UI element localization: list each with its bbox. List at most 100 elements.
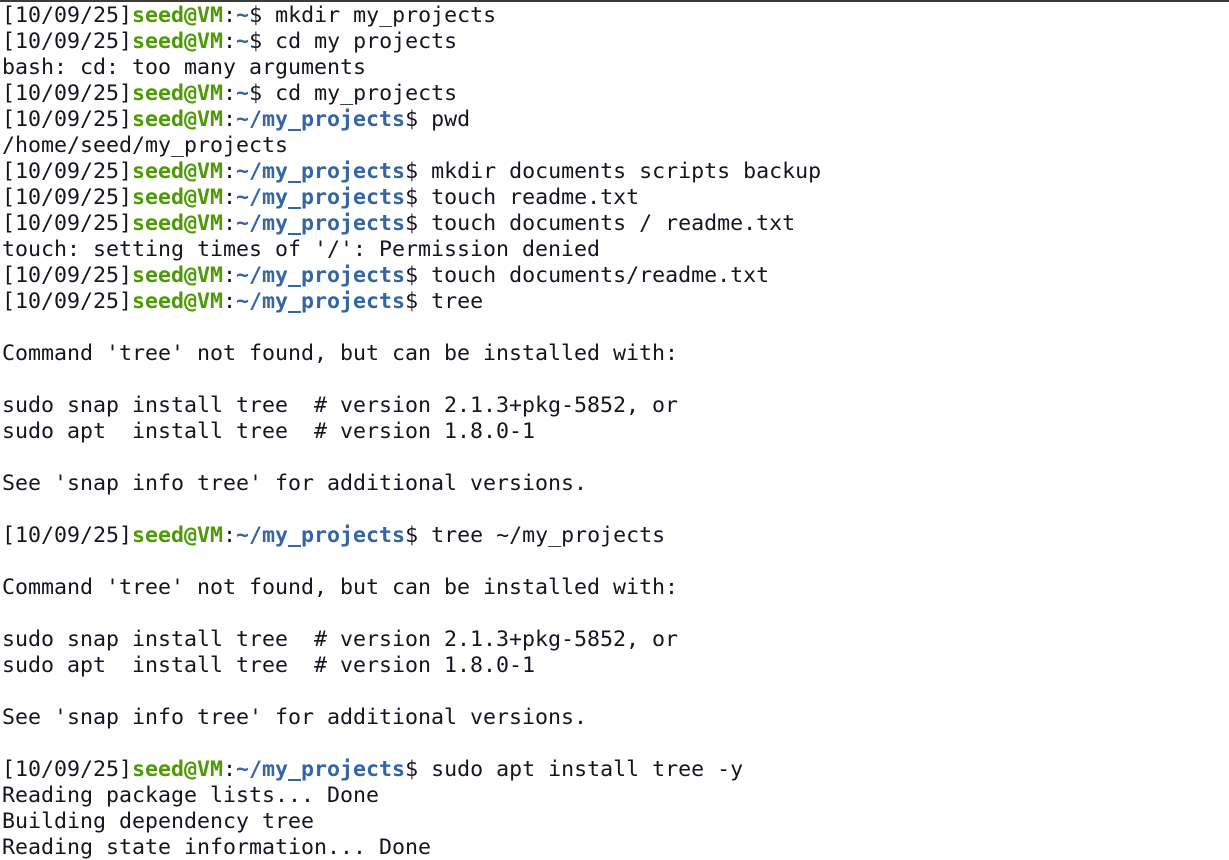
prompt-separator: : <box>223 3 237 28</box>
prompt-path: ~ <box>236 3 250 28</box>
prompt-user-host: seed@VM <box>132 185 224 210</box>
command-text: tree <box>431 289 484 314</box>
output-line: touch: setting times of '/': Permission … <box>2 237 1229 263</box>
prompt-path: ~/my_projects <box>236 185 406 210</box>
prompt-timestamp: [10/09/25] <box>2 81 133 106</box>
command-line: [10/09/25]seed@VM:~$ cd my projects <box>2 29 1229 55</box>
prompt-symbol: $ <box>405 107 432 132</box>
prompt-separator: : <box>223 107 237 132</box>
command-text: touch documents/readme.txt <box>431 263 770 288</box>
prompt-timestamp: [10/09/25] <box>2 185 133 210</box>
output-line: sudo snap install tree # version 2.1.3+p… <box>2 627 1229 653</box>
prompt-symbol: $ <box>405 757 432 782</box>
output-line: bash: cd: too many arguments <box>2 55 1229 81</box>
terminal-output[interactable]: [10/09/25]seed@VM:~$ mkdir my_projects [1… <box>0 2 1229 860</box>
command-text: cd my projects <box>275 29 458 54</box>
command-line: [10/09/25]seed@VM:~$ cd my_projects <box>2 81 1229 107</box>
output-line: sudo snap install tree # version 2.1.3+p… <box>2 393 1229 419</box>
command-line: [10/09/25]seed@VM:~/my_projects$ touch r… <box>2 185 1229 211</box>
output-text: Reading package lists... Done <box>2 783 380 808</box>
prompt-path: ~/my_projects <box>236 757 406 782</box>
prompt-path: ~/my_projects <box>236 159 406 184</box>
prompt-symbol: $ <box>249 3 276 28</box>
output-text: bash: cd: too many arguments <box>2 55 367 80</box>
command-line: [10/09/25]seed@VM:~/my_projects$ mkdir d… <box>2 159 1229 185</box>
terminal-window[interactable]: [10/09/25]seed@VM:~$ mkdir my_projects [1… <box>0 0 1229 860</box>
command-line: [10/09/25]seed@VM:~/my_projects$ tree <box>2 289 1229 315</box>
prompt-user-host: seed@VM <box>132 211 224 236</box>
output-text: Command 'tree' not found, but can be ins… <box>2 341 679 366</box>
command-line: [10/09/25]seed@VM:~/my_projects$ touch d… <box>2 211 1229 237</box>
output-text: /home/seed/my_projects <box>2 133 289 158</box>
prompt-user-host: seed@VM <box>132 159 224 184</box>
command-line: [10/09/25]seed@VM:~/my_projects$ sudo ap… <box>2 757 1229 783</box>
prompt-timestamp: [10/09/25] <box>2 107 133 132</box>
output-text: Building dependency tree <box>2 809 315 834</box>
prompt-separator: : <box>223 81 237 106</box>
output-text: sudo snap install tree # version 2.1.3+p… <box>2 393 679 418</box>
prompt-path: ~/my_projects <box>236 107 406 132</box>
command-text: sudo apt install tree -y <box>431 757 744 782</box>
prompt-separator: : <box>223 757 237 782</box>
prompt-symbol: $ <box>405 185 432 210</box>
output-text: sudo snap install tree # version 2.1.3+p… <box>2 627 679 652</box>
output-text: Reading state information... Done <box>2 835 432 860</box>
output-text: See 'snap info tree' for additional vers… <box>2 705 588 730</box>
output-text: sudo apt install tree # version 1.8.0-1 <box>2 653 536 678</box>
prompt-timestamp: [10/09/25] <box>2 263 133 288</box>
prompt-symbol: $ <box>405 523 432 548</box>
prompt-path: ~/my_projects <box>236 211 406 236</box>
prompt-timestamp: [10/09/25] <box>2 523 133 548</box>
prompt-user-host: seed@VM <box>132 29 224 54</box>
prompt-separator: : <box>223 523 237 548</box>
command-text: mkdir my_projects <box>275 3 497 28</box>
prompt-separator: : <box>223 263 237 288</box>
command-line: [10/09/25]seed@VM:~/my_projects$ touch d… <box>2 263 1229 289</box>
prompt-path: ~ <box>236 81 250 106</box>
output-line: Command 'tree' not found, but can be ins… <box>2 341 1229 367</box>
command-line: [10/09/25]seed@VM:~/my_projects$ pwd <box>2 107 1229 133</box>
prompt-separator: : <box>223 159 237 184</box>
prompt-user-host: seed@VM <box>132 81 224 106</box>
prompt-timestamp: [10/09/25] <box>2 29 133 54</box>
prompt-timestamp: [10/09/25] <box>2 3 133 28</box>
prompt-symbol: $ <box>405 159 432 184</box>
prompt-symbol: $ <box>405 263 432 288</box>
prompt-user-host: seed@VM <box>132 757 224 782</box>
output-line: Reading state information... Done <box>2 835 1229 860</box>
output-line: Reading package lists... Done <box>2 783 1229 809</box>
output-line: Building dependency tree <box>2 809 1229 835</box>
prompt-path: ~/my_projects <box>236 523 406 548</box>
command-line: [10/09/25]seed@VM:~/my_projects$ tree ~/… <box>2 523 1229 549</box>
command-text: cd my_projects <box>275 81 458 106</box>
output-line: Command 'tree' not found, but can be ins… <box>2 575 1229 601</box>
prompt-symbol: $ <box>249 81 276 106</box>
command-line: [10/09/25]seed@VM:~$ mkdir my_projects <box>2 3 1229 29</box>
command-text: pwd <box>431 107 471 132</box>
prompt-separator: : <box>223 29 237 54</box>
prompt-symbol: $ <box>405 289 432 314</box>
output-text: touch: setting times of '/': Permission … <box>2 237 601 262</box>
output-text: Command 'tree' not found, but can be ins… <box>2 575 679 600</box>
prompt-path: ~ <box>236 29 250 54</box>
command-text: touch readme.txt <box>431 185 640 210</box>
prompt-user-host: seed@VM <box>132 523 224 548</box>
prompt-separator: : <box>223 289 237 314</box>
output-text: See 'snap info tree' for additional vers… <box>2 471 588 496</box>
prompt-path: ~/my_projects <box>236 289 406 314</box>
output-line: sudo apt install tree # version 1.8.0-1 <box>2 653 1229 679</box>
prompt-symbol: $ <box>249 29 276 54</box>
prompt-timestamp: [10/09/25] <box>2 289 133 314</box>
prompt-user-host: seed@VM <box>132 107 224 132</box>
command-text: mkdir documents scripts backup <box>431 159 822 184</box>
prompt-timestamp: [10/09/25] <box>2 211 133 236</box>
prompt-user-host: seed@VM <box>132 263 224 288</box>
